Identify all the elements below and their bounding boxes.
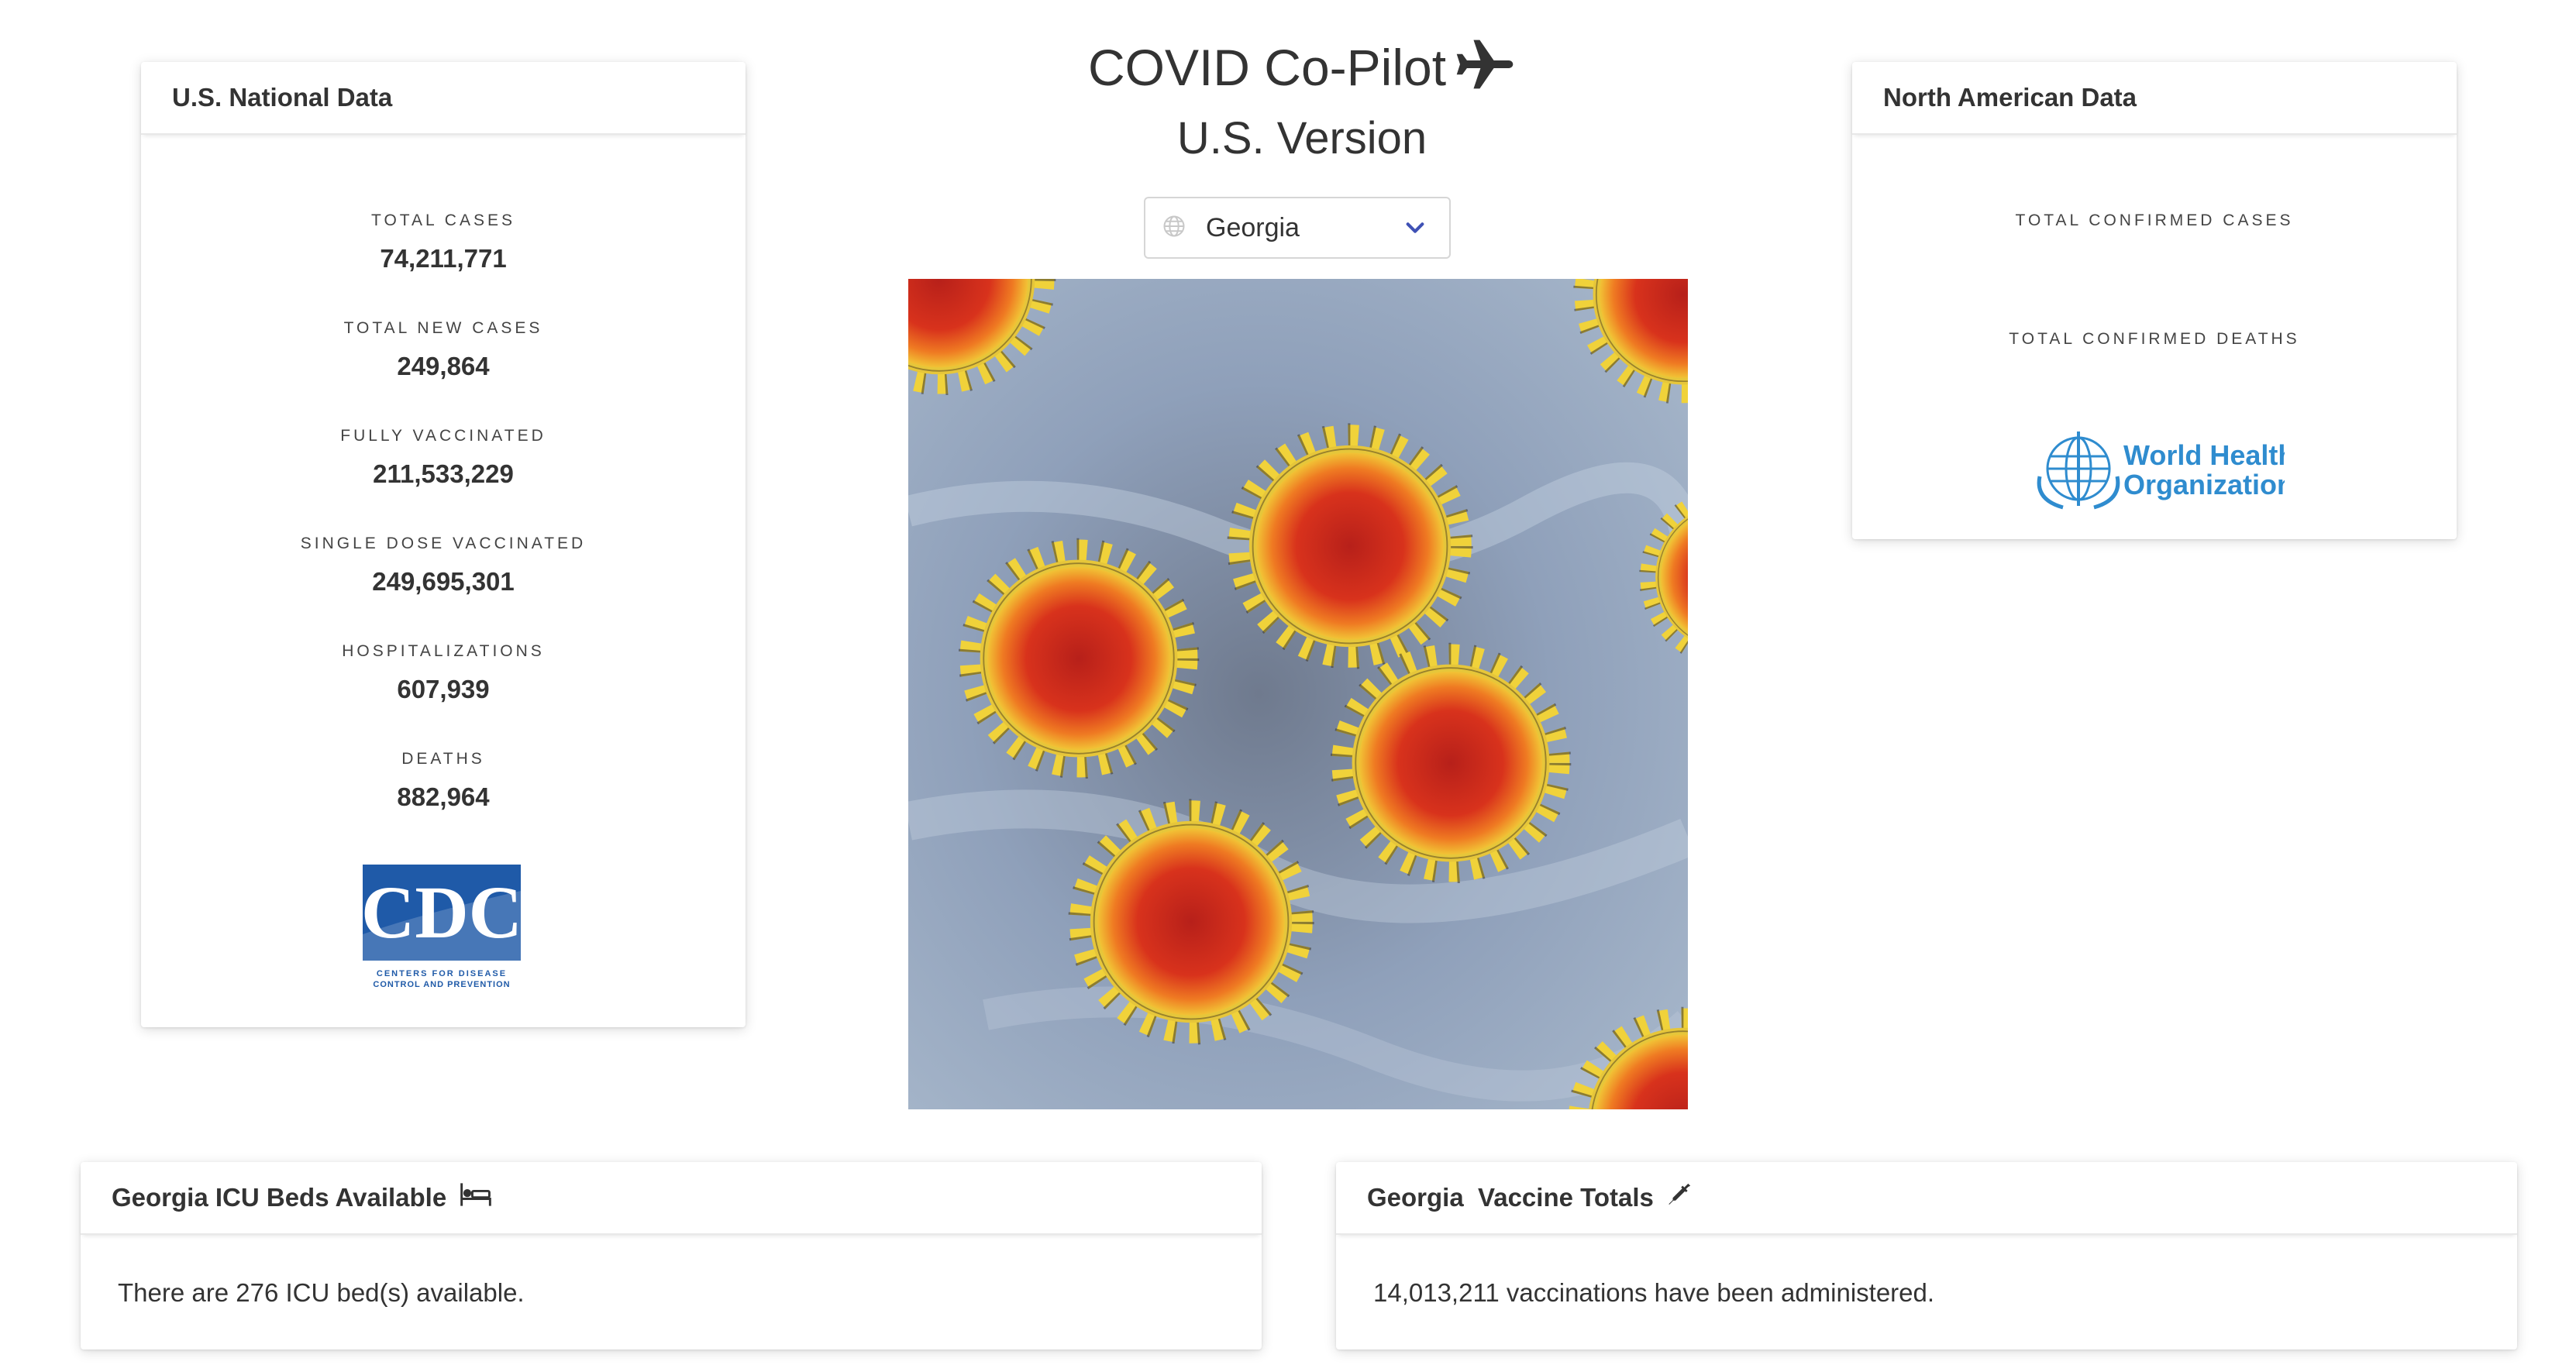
svg-text:World Health: World Health bbox=[2123, 439, 2285, 471]
svg-text:CENTERS FOR DISEASE: CENTERS FOR DISEASE bbox=[377, 969, 507, 978]
state-select-value: Georgia bbox=[1206, 212, 1300, 242]
stat-label: FULLY VACCINATED bbox=[340, 427, 546, 445]
icu-card-title: Georgia ICU Beds Available bbox=[112, 1183, 447, 1212]
na-card-title: North American Data bbox=[1852, 62, 2457, 135]
us-card-title: U.S. National Data bbox=[141, 62, 746, 135]
vax-card-title: Georgia Vaccine Totals bbox=[1367, 1183, 1654, 1212]
stat-label: DEATHS bbox=[401, 750, 485, 768]
stat-hospitalizations: HOSPITALIZATIONS 607,939 bbox=[141, 640, 746, 748]
stat-deaths: DEATHS 882,964 bbox=[141, 748, 746, 855]
na-stats-list: TOTAL CONFIRMED CASES TOTAL CONFIRMED DE… bbox=[1852, 209, 2457, 446]
svg-text:CONTROL AND PREVENTION: CONTROL AND PREVENTION bbox=[373, 980, 510, 989]
stat-label: HOSPITALIZATIONS bbox=[342, 642, 545, 660]
stat-label: SINGLE DOSE VACCINATED bbox=[300, 535, 587, 552]
airplane-icon bbox=[1454, 36, 1516, 108]
stat-label: TOTAL CONFIRMED DEATHS bbox=[2009, 330, 2300, 348]
stat-total-new-cases: TOTAL NEW CASES 249,864 bbox=[141, 317, 746, 425]
stat-label: TOTAL CASES bbox=[371, 211, 515, 229]
north-american-data-card: North American Data TOTAL CONFIRMED CASE… bbox=[1852, 62, 2457, 539]
stat-fully-vaccinated: FULLY VACCINATED 211,533,229 bbox=[141, 425, 746, 532]
vax-card-header: Georgia Vaccine Totals bbox=[1336, 1162, 2517, 1235]
globe-icon bbox=[1162, 215, 1186, 242]
svg-text:Organization: Organization bbox=[2123, 469, 2285, 500]
vaccine-totals-card: Georgia Vaccine Totals 14,013,211 vaccin… bbox=[1336, 1162, 2517, 1350]
who-logo: World Health Organization bbox=[2037, 426, 2295, 511]
app-title: COVID Co-Pilot bbox=[852, 31, 1751, 108]
stat-value: 882,964 bbox=[397, 782, 490, 811]
stat-total-cases: TOTAL CASES 74,211,771 bbox=[141, 209, 746, 317]
app-subtitle: U.S. Version bbox=[1176, 112, 1427, 163]
icu-card-header: Georgia ICU Beds Available bbox=[81, 1162, 1262, 1235]
stat-value: 249,864 bbox=[397, 352, 490, 380]
stat-label: TOTAL CONFIRMED CASES bbox=[2015, 211, 2294, 229]
svg-text:CDC: CDC bbox=[361, 871, 522, 954]
syringe-icon bbox=[1666, 1181, 1693, 1214]
cdc-logo: CDC CENTERS FOR DISEASE CONTROL AND PREV… bbox=[358, 860, 529, 1046]
stat-value: 211,533,229 bbox=[373, 459, 514, 488]
icu-beds-card: Georgia ICU Beds Available There are 276… bbox=[81, 1162, 1262, 1350]
stat-single-dose-vaccinated: SINGLE DOSE VACCINATED 249,695,301 bbox=[141, 532, 746, 640]
state-select[interactable]: Georgia bbox=[1144, 197, 1451, 259]
vax-card-text: 14,013,211 vaccinations have been admini… bbox=[1373, 1278, 1935, 1307]
icu-card-text: There are 276 ICU bed(s) available. bbox=[118, 1278, 525, 1307]
virus-image bbox=[908, 279, 1688, 1109]
stat-total-confirmed-cases: TOTAL CONFIRMED CASES bbox=[1852, 209, 2457, 328]
stat-value: 74,211,771 bbox=[380, 244, 507, 273]
bed-icon bbox=[459, 1181, 493, 1214]
chevron-down-icon[interactable] bbox=[1404, 217, 1426, 242]
stat-label: TOTAL NEW CASES bbox=[343, 319, 543, 337]
app-title-text: COVID Co-Pilot bbox=[1087, 39, 1447, 96]
title-area: COVID Co-Pilot U.S. Version bbox=[852, 31, 1751, 169]
stat-value: 607,939 bbox=[397, 675, 490, 703]
us-stats-list: TOTAL CASES 74,211,771 TOTAL NEW CASES 2… bbox=[141, 209, 746, 855]
us-national-data-card: U.S. National Data TOTAL CASES 74,211,77… bbox=[141, 62, 746, 1027]
stat-value: 249,695,301 bbox=[372, 567, 515, 596]
